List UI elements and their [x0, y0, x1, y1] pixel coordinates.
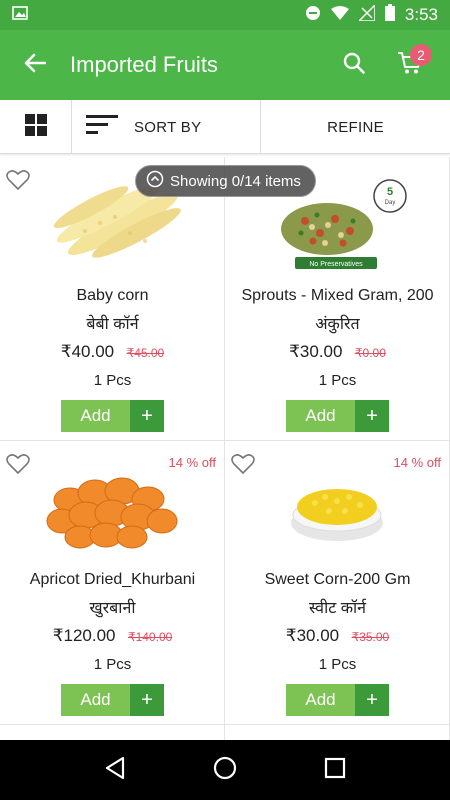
back-button[interactable]	[0, 30, 70, 100]
add-control: Add +	[286, 684, 389, 716]
add-button[interactable]: Add	[286, 684, 355, 716]
plus-button[interactable]: +	[130, 684, 164, 716]
grid-view-icon	[24, 113, 47, 141]
product-image-sweet-corn[interactable]	[265, 455, 410, 555]
svg-text:5: 5	[387, 186, 393, 198]
product-card-partial	[0, 725, 225, 740]
price-row: ₹30.00 ₹0.00	[225, 342, 450, 362]
filter-toolbar: SORT BY REFINE	[0, 100, 450, 154]
showing-items-text: Showing 0/14 items	[170, 172, 301, 190]
back-arrow-icon	[24, 53, 47, 78]
status-bar: 3:53	[0, 0, 450, 30]
product-card[interactable]: 14 % off Apricot Dried_Khurbani खुरबानी …	[0, 441, 225, 725]
product-price: ₹30.00	[289, 342, 343, 361]
search-icon	[343, 52, 365, 79]
add-control: Add +	[286, 400, 389, 432]
product-quantity: 1 Pcs	[93, 372, 132, 389]
product-mrp: ₹45.00	[126, 346, 165, 360]
heart-icon[interactable]	[6, 453, 30, 480]
chevron-up-icon	[146, 170, 164, 192]
price-row: ₹120.00 ₹140.00	[0, 626, 225, 646]
image-icon	[12, 5, 28, 25]
product-name-hindi: अंकुरित	[315, 316, 360, 333]
price-row: ₹40.00 ₹45.00	[0, 342, 225, 362]
add-control: Add +	[61, 400, 164, 432]
product-quantity: 1 Pcs	[318, 372, 357, 389]
product-card[interactable]: 5 Day No Preservatives Sprouts - Mixed G…	[225, 157, 450, 441]
nav-recents-icon[interactable]	[324, 757, 346, 784]
nav-back-icon[interactable]	[104, 756, 126, 785]
refine-button[interactable]: REFINE	[261, 100, 450, 154]
product-mrp: ₹35.00	[351, 630, 390, 644]
product-price: ₹120.00	[52, 626, 116, 645]
svg-text:No Preservatives: No Preservatives	[309, 261, 363, 268]
search-button[interactable]	[326, 30, 382, 100]
grid-view-button[interactable]	[0, 100, 72, 154]
product-card[interactable]: 14 % off Sweet Corn-200 Gm स्वीट कॉर्न ₹…	[225, 441, 450, 725]
product-mrp: ₹0.00	[354, 346, 386, 360]
product-card-partial	[225, 725, 450, 740]
product-name-hindi: खुरबानी	[89, 600, 136, 617]
plus-button[interactable]: +	[130, 400, 164, 432]
signal-icon	[357, 2, 376, 26]
product-name-hindi: बेबी कॉर्न	[86, 316, 139, 333]
nav-home-icon[interactable]	[213, 756, 237, 785]
product-mrp: ₹140.00	[127, 630, 173, 644]
plus-button[interactable]: +	[355, 400, 389, 432]
system-nav-bar	[0, 740, 450, 800]
heart-icon[interactable]	[6, 169, 30, 196]
price-row: ₹30.00 ₹35.00	[225, 626, 450, 646]
cart-badge: 2	[410, 44, 432, 66]
product-grid: Baby corn बेबी कॉर्न ₹40.00 ₹45.00 1 Pcs…	[0, 157, 450, 740]
product-card[interactable]: Baby corn बेबी कॉर्न ₹40.00 ₹45.00 1 Pcs…	[0, 157, 225, 441]
cart-button[interactable]: 2	[382, 30, 438, 100]
product-image-apricot[interactable]	[40, 455, 185, 555]
product-quantity: 1 Pcs	[318, 656, 357, 673]
product-name-hindi: स्वीट कॉर्न	[308, 600, 367, 617]
add-control: Add +	[61, 684, 164, 716]
product-price: ₹40.00	[60, 342, 115, 361]
dnd-icon	[305, 5, 321, 26]
product-name: Baby corn	[76, 287, 149, 304]
sort-icon	[86, 115, 118, 139]
product-name: Sweet Corn-200 Gm	[264, 571, 411, 588]
showing-items-pill[interactable]: Showing 0/14 items	[135, 165, 316, 197]
plus-button[interactable]: +	[355, 684, 389, 716]
product-quantity: 1 Pcs	[93, 656, 132, 673]
sort-by-label: SORT BY	[134, 118, 202, 136]
status-time: 3:53	[404, 5, 438, 24]
product-name: Sprouts - Mixed Gram, 200	[241, 287, 434, 304]
wifi-icon	[330, 5, 349, 25]
page-title: Imported Fruits	[70, 52, 218, 77]
add-button[interactable]: Add	[286, 400, 355, 432]
product-name: Apricot Dried_Khurbani	[29, 571, 196, 588]
sort-by-button[interactable]: SORT BY	[72, 100, 261, 154]
svg-text:Day: Day	[385, 200, 396, 206]
heart-icon[interactable]	[231, 453, 255, 480]
product-price: ₹30.00	[285, 626, 340, 645]
add-button[interactable]: Add	[61, 400, 130, 432]
add-button[interactable]: Add	[61, 684, 130, 716]
app-bar: Imported Fruits 2	[0, 30, 450, 100]
battery-icon	[384, 4, 395, 26]
